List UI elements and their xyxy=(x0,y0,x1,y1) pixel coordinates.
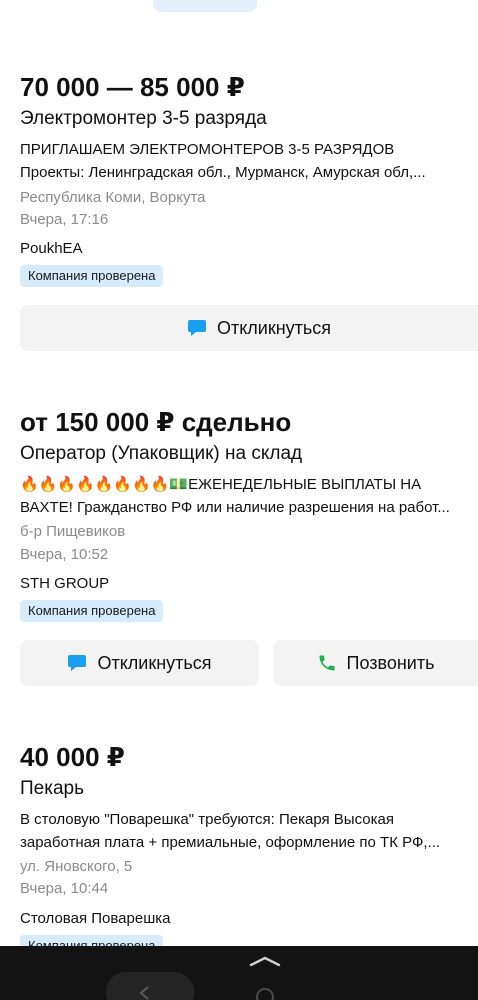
vacancy-2-desc-line-1: 🔥🔥🔥🔥🔥🔥🔥🔥💵ЕЖЕНЕДЕЛЬНЫЕ ВЫПЛАТЫ НА xyxy=(20,473,478,496)
vacancy-1-respond-label: Откликнуться xyxy=(216,317,332,338)
vacancy-2-respond-button[interactable]: Откликнуться xyxy=(20,640,259,686)
vacancy-1-date: Вчера, 17:16 xyxy=(20,211,109,228)
vacancy-2-title[interactable]: Оператор (Упаковщик) на склад xyxy=(20,443,302,465)
top-scroll-pill xyxy=(153,0,257,12)
recent-apps-pill[interactable] xyxy=(106,972,194,1000)
vacancy-2-desc-line-1-text: ЕЖЕНЕДЕЛЬНЫЕ ВЫПЛАТЫ НА xyxy=(188,476,422,493)
vacancy-1-verified-badge: Компания проверена xyxy=(20,265,164,287)
vacancy-2-location: б-р Пищевиков xyxy=(20,523,126,540)
vacancy-2-respond-label: Откликнуться xyxy=(97,652,212,673)
vacancy-2-salary: от 150 000 ₽ сдельно xyxy=(20,407,292,437)
vacancy-1-desc-line-2: Проекты: Ленинградская обл., Мурманск, А… xyxy=(20,164,426,181)
vacancy-3-title[interactable]: Пекарь xyxy=(20,778,84,800)
chevron-up-icon[interactable] xyxy=(249,954,281,967)
vacancy-1-title[interactable]: Электромонтер 3-5 разряда xyxy=(20,108,267,130)
phone-icon xyxy=(317,653,337,673)
fire-emoji-row: 🔥🔥🔥🔥🔥🔥🔥🔥 xyxy=(20,476,170,493)
vacancy-2-date: Вчера, 10:52 xyxy=(20,546,109,563)
vacancy-3-desc-line-2: заработная плата + премиальные, оформлен… xyxy=(20,834,441,851)
chat-bubble-icon xyxy=(67,654,87,672)
vacancy-1-location: Республика Коми, Воркута xyxy=(20,189,206,206)
vacancy-3-location: ул. Яновского, 5 xyxy=(20,858,133,875)
vacancy-1-desc-line-1: ПРИГЛАШАЕМ ЭЛЕКТРОМОНТЕРОВ 3-5 РАЗРЯДОВ xyxy=(20,141,395,158)
vacancy-3-salary: 40 000 ₽ xyxy=(20,742,125,772)
home-icon[interactable] xyxy=(256,988,274,1000)
vacancy-1-company[interactable]: PoukhEA xyxy=(20,240,83,257)
vacancy-2-company[interactable]: STH GROUP xyxy=(20,575,109,592)
money-emoji: 💵 xyxy=(169,476,189,493)
vacancy-2-desc-line-2: ВАХТЕ! Гражданство РФ или наличие разреш… xyxy=(20,499,450,516)
vacancy-3-desc-line-1: В столовую "Поварешка" требуются: Пекаря… xyxy=(20,811,394,828)
vacancy-2-call-button[interactable]: Позвонить xyxy=(273,640,478,686)
chat-bubble-icon xyxy=(187,319,207,337)
back-icon[interactable] xyxy=(138,986,150,1000)
vacancy-2-call-label: Позвонить xyxy=(346,652,435,673)
vacancy-3-date: Вчера, 10:44 xyxy=(20,880,109,897)
vacancy-1-respond-button[interactable]: Откликнуться xyxy=(20,305,478,351)
vacancy-1-salary: 70 000 — 85 000 ₽ xyxy=(20,72,245,102)
system-navigation-bar xyxy=(0,946,478,1000)
vacancy-3-company[interactable]: Столовая Поварешка xyxy=(20,910,170,927)
vacancy-2-verified-badge: Компания проверена xyxy=(20,600,164,622)
